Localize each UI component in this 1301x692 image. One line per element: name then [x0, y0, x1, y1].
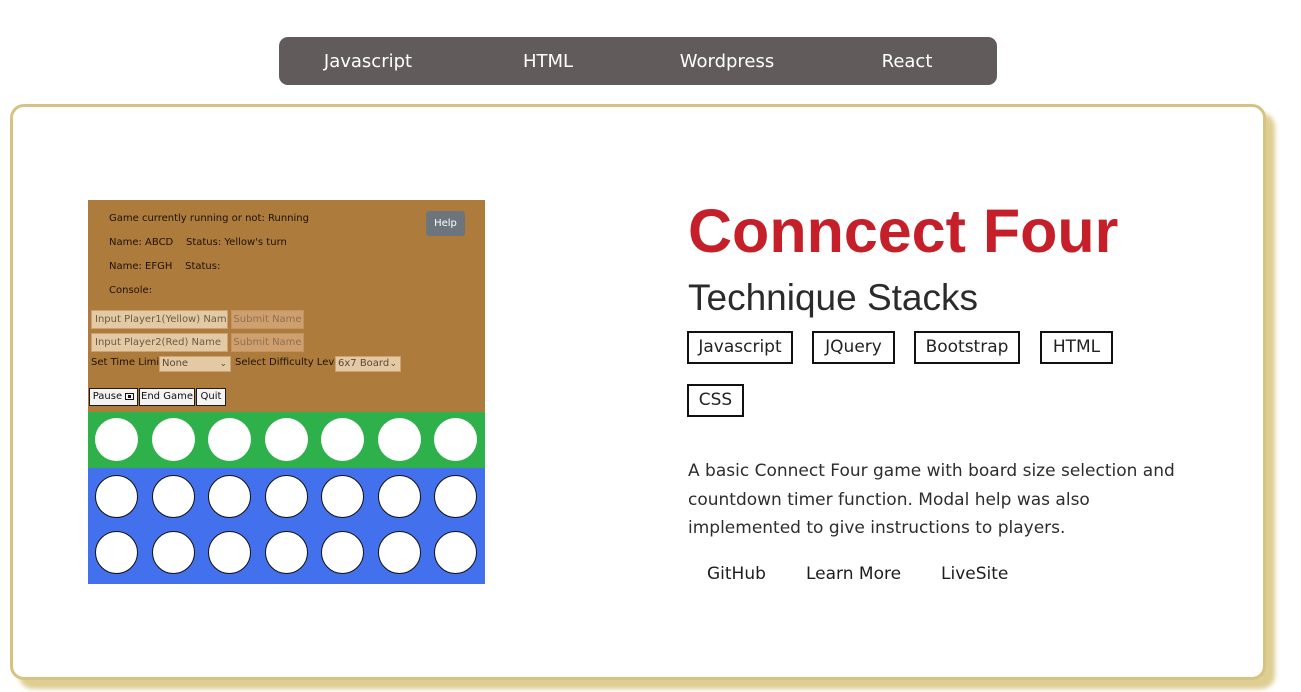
drop-slot — [434, 418, 477, 461]
game-status-text: Game currently running or not: Running — [109, 213, 309, 224]
board-cell — [95, 475, 138, 518]
player1-name-input: Input Player1(Yellow) Name — [91, 310, 228, 329]
time-limit-value: None — [162, 358, 189, 369]
player1-status-text: Name: ABCD Status: Yellow's turn — [109, 237, 287, 248]
difficulty-label: Select Difficulty Level — [235, 357, 344, 368]
time-limit-select: None ⌄ — [159, 356, 231, 372]
drop-slot — [95, 418, 138, 461]
tag-html: HTML — [1040, 331, 1113, 364]
project-description: A basic Connect Four game with board siz… — [688, 461, 1175, 538]
nav-tab-javascript[interactable]: Javascript — [324, 37, 412, 85]
board-cell — [378, 531, 421, 574]
tag-jquery: JQuery — [812, 331, 895, 364]
player2-submit-button: Submit Name — [231, 333, 304, 352]
chevron-down-icon: ⌄ — [219, 359, 227, 369]
tag-bootstrap: Bootstrap — [914, 331, 1020, 364]
drop-slot — [208, 418, 251, 461]
time-limit-label: Set Time Limit — [91, 357, 164, 368]
board-cell — [265, 531, 308, 574]
board-cell — [95, 531, 138, 574]
tag-javascript: Javascript — [687, 331, 793, 364]
board-cell — [321, 475, 364, 518]
drop-slot — [265, 418, 308, 461]
game-control-panel: Game currently running or not: Running N… — [88, 200, 485, 412]
nav-tab-react[interactable]: React — [882, 37, 933, 85]
player2-name-input: Input Player2(Red) Name — [91, 333, 228, 352]
help-button: Help — [426, 211, 465, 236]
board-cell — [208, 531, 251, 574]
quit-button: Quit — [196, 388, 226, 406]
nav-tab-html[interactable]: HTML — [523, 37, 573, 85]
board-cell — [378, 475, 421, 518]
pause-icon — [125, 393, 135, 400]
board-cell — [152, 531, 195, 574]
pause-label: Pause — [92, 391, 123, 402]
tag-css: CSS — [687, 384, 744, 417]
livesite-link[interactable]: LiveSite — [941, 564, 1008, 584]
stack-heading: Technique Stacks — [688, 277, 979, 318]
end-game-button: End Game — [139, 388, 195, 406]
player2-status-text: Name: EFGH Status: — [109, 261, 221, 272]
project-title: Conncect Four — [688, 197, 1119, 265]
board-cell — [321, 531, 364, 574]
pause-button: Pause — [89, 388, 138, 406]
nav-tab-wordpress[interactable]: Wordpress — [680, 37, 775, 85]
board-cell — [434, 531, 477, 574]
player1-submit-button: Submit Name — [231, 310, 304, 329]
difficulty-select: 6x7 Board ⌄ — [335, 356, 401, 372]
board-cell — [208, 475, 251, 518]
drop-slot — [378, 418, 421, 461]
project-screenshot: Game currently running or not: Running N… — [88, 200, 485, 584]
top-nav: Javascript HTML Wordpress React — [279, 37, 997, 85]
board-cell — [265, 475, 308, 518]
board-cell — [434, 475, 477, 518]
github-link[interactable]: GitHub — [707, 564, 766, 584]
drop-slot — [152, 418, 195, 461]
learn-more-link[interactable]: Learn More — [806, 564, 901, 584]
difficulty-value: 6x7 Board — [338, 358, 390, 369]
chevron-down-icon: ⌄ — [389, 359, 397, 369]
drop-slot — [321, 418, 364, 461]
board-cell — [152, 475, 195, 518]
console-label: Console: — [109, 285, 153, 296]
